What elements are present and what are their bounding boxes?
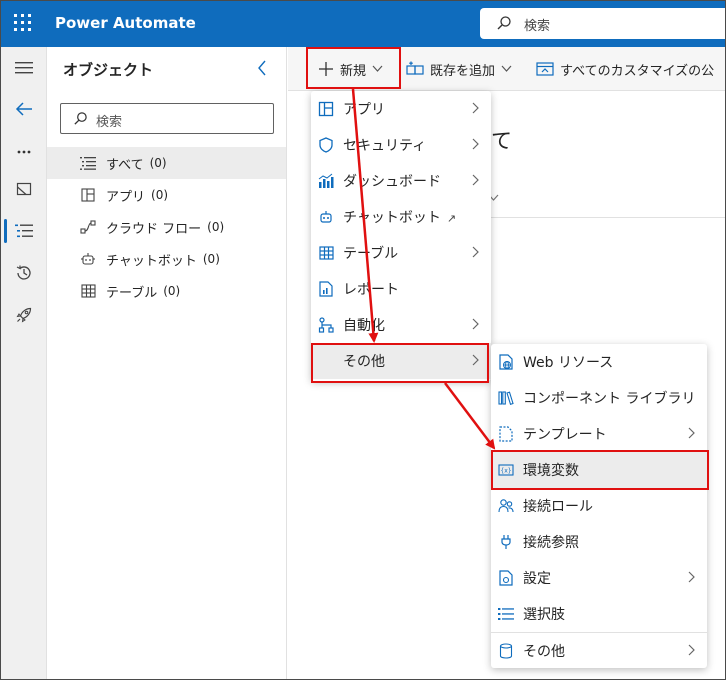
app-window: Power Automate 検索 オブジェクト 検索 すべて (0) アプリ … xyxy=(0,0,726,680)
annotation-arrows xyxy=(351,88,496,450)
annotation-arrow-to-more xyxy=(351,88,379,343)
annotation-arrow-to-env-variable xyxy=(444,382,496,450)
